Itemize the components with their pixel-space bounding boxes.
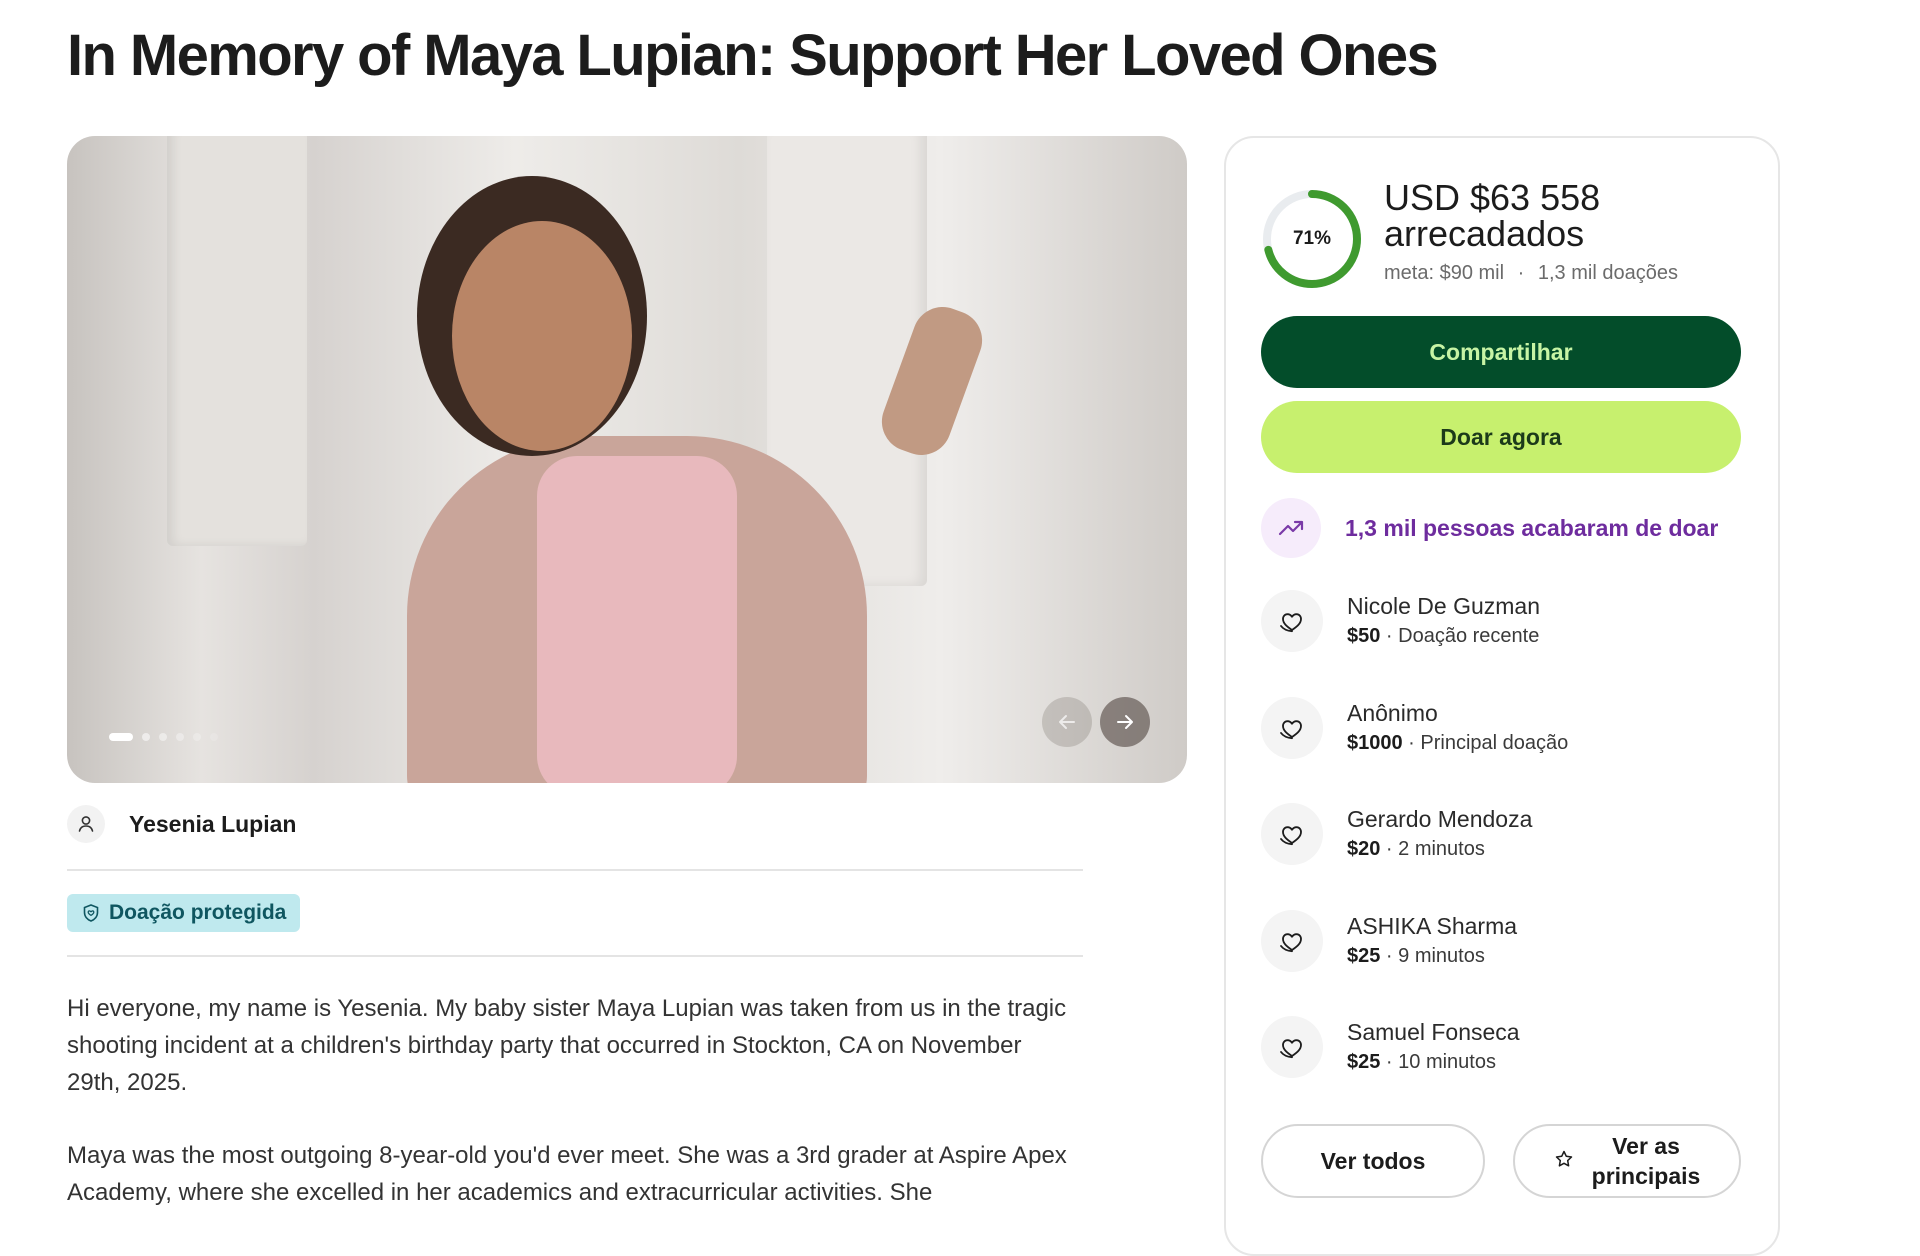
carousel-dot[interactable]	[176, 733, 184, 741]
see-top-label-line1: Ver as	[1612, 1133, 1680, 1159]
donation-item: Samuel Fonseca $25 · 10 minutos	[1261, 1012, 1520, 1082]
donor-name: Samuel Fonseca	[1347, 1019, 1520, 1045]
share-button[interactable]: Compartilhar	[1261, 316, 1741, 388]
donation-meta: · 2 minutos	[1380, 838, 1485, 860]
donation-amount: $25	[1347, 945, 1381, 967]
story-paragraph: Maya was the most outgoing 8-year-old yo…	[67, 1142, 1067, 1206]
door-panel	[167, 136, 307, 546]
donation-meta: · 9 minutos	[1380, 945, 1485, 967]
see-all-label: Ver todos	[1320, 1148, 1426, 1174]
carousel-dot[interactable]	[142, 733, 150, 741]
donation-amount: $1000	[1347, 732, 1403, 754]
donation-meta: · Principal doação	[1402, 732, 1569, 754]
carousel-next-button[interactable]	[1100, 697, 1150, 747]
person-icon	[67, 805, 105, 843]
organizer[interactable]: Yesenia Lupian	[67, 805, 296, 843]
see-top-label-line2: principais	[1591, 1163, 1701, 1189]
donor-name: Anônimo	[1347, 700, 1438, 726]
donation-amount: $20	[1347, 838, 1381, 860]
donation-text: ASHIKA Sharma $25 · 9 minutos	[1347, 911, 1517, 971]
arrow-left-icon	[1059, 715, 1075, 729]
carousel-dot[interactable]	[109, 733, 133, 741]
arrow-right-icon	[1117, 715, 1133, 729]
donation-text: Nicole De Guzman $50 · Doação recente	[1347, 591, 1540, 651]
carousel-dot[interactable]	[193, 733, 201, 741]
carousel-dot[interactable]	[210, 733, 218, 741]
progress-percent: 71%	[1292, 228, 1332, 249]
donation-amount: $25	[1347, 1051, 1381, 1073]
donor-name: Nicole De Guzman	[1347, 593, 1541, 619]
donation-text: Gerardo Mendoza $20 · 2 minutos	[1347, 804, 1532, 864]
donation-text: Anônimo $1000 · Principal doação	[1347, 698, 1568, 758]
donation-text: Samuel Fonseca $25 · 10 minutos	[1347, 1017, 1520, 1077]
story-paragraph: Hi everyone, my name is Yesenia. My baby…	[67, 995, 1067, 1096]
see-top-button[interactable]: Ver as principais	[1513, 1124, 1741, 1198]
star-icon	[1554, 1146, 1574, 1176]
donation-meta: · 10 minutos	[1380, 1051, 1496, 1073]
protected-donation-badge[interactable]: Doação protegida	[67, 894, 301, 932]
donation-item: Anônimo $1000 · Principal doação	[1261, 693, 1568, 763]
carousel-indicators	[109, 733, 218, 741]
donation-detail: $25 · 9 minutos	[1347, 941, 1517, 971]
donation-detail: $1000 · Principal doação	[1347, 728, 1568, 758]
donation-item: Gerardo Mendoza $20 · 2 minutos	[1261, 799, 1532, 869]
meta-separator: ·	[1517, 262, 1525, 284]
page-title: In Memory of Maya Lupian: Support Her Lo…	[67, 23, 1439, 88]
heart-hand-icon	[1261, 910, 1323, 972]
recent-donors-banner[interactable]: 1,3 mil pessoas acabaram de doar	[1261, 498, 1718, 558]
donation-item: Nicole De Guzman $50 · Doação recente	[1261, 586, 1540, 656]
hoodie-shape	[537, 456, 737, 783]
trending-up-icon	[1261, 498, 1321, 558]
donation-amount: $50	[1347, 625, 1381, 647]
see-top-label: Ver as principais	[1592, 1131, 1701, 1191]
donation-count: 1,3 mil doações	[1537, 262, 1678, 284]
heart-hand-icon	[1261, 590, 1323, 652]
donation-detail: $50 · Doação recente	[1347, 621, 1540, 651]
organizer-name: Yesenia Lupian	[129, 810, 297, 837]
heart-hand-icon	[1261, 697, 1323, 759]
donation-detail: $20 · 2 minutos	[1347, 834, 1532, 864]
heart-hand-icon	[1261, 1016, 1323, 1078]
campaign-photo[interactable]	[67, 136, 1187, 783]
raised-label: arrecadados	[1384, 213, 1585, 254]
protected-badge-label: Doação protegida	[109, 901, 287, 924]
divider	[67, 869, 1083, 871]
goal-text: meta: $90 mil	[1384, 262, 1505, 284]
donation-meta: · Doação recente	[1380, 625, 1540, 647]
story: Hi everyone, my name is Yesenia. My baby…	[67, 990, 1077, 1247]
trend-text: 1,3 mil pessoas acabaram de doar	[1345, 514, 1719, 541]
divider	[67, 955, 1083, 957]
heart-hand-icon	[1261, 803, 1323, 865]
carousel-dot[interactable]	[159, 733, 167, 741]
donor-name: ASHIKA Sharma	[1347, 913, 1518, 939]
donation-item: ASHIKA Sharma $25 · 9 minutos	[1261, 906, 1517, 976]
donate-now-button[interactable]: Doar agora	[1261, 401, 1741, 473]
shield-icon	[83, 904, 99, 922]
donor-name: Gerardo Mendoza	[1347, 806, 1533, 832]
see-all-button[interactable]: Ver todos	[1261, 1124, 1485, 1198]
fundraiser-meta: meta: $90 mil · 1,3 mil doações	[1384, 262, 1678, 285]
face-shape	[452, 221, 632, 451]
carousel-prev-button[interactable]	[1042, 697, 1092, 747]
donation-detail: $25 · 10 minutos	[1347, 1047, 1520, 1077]
raised-amount: USD $63 558	[1384, 177, 1601, 218]
